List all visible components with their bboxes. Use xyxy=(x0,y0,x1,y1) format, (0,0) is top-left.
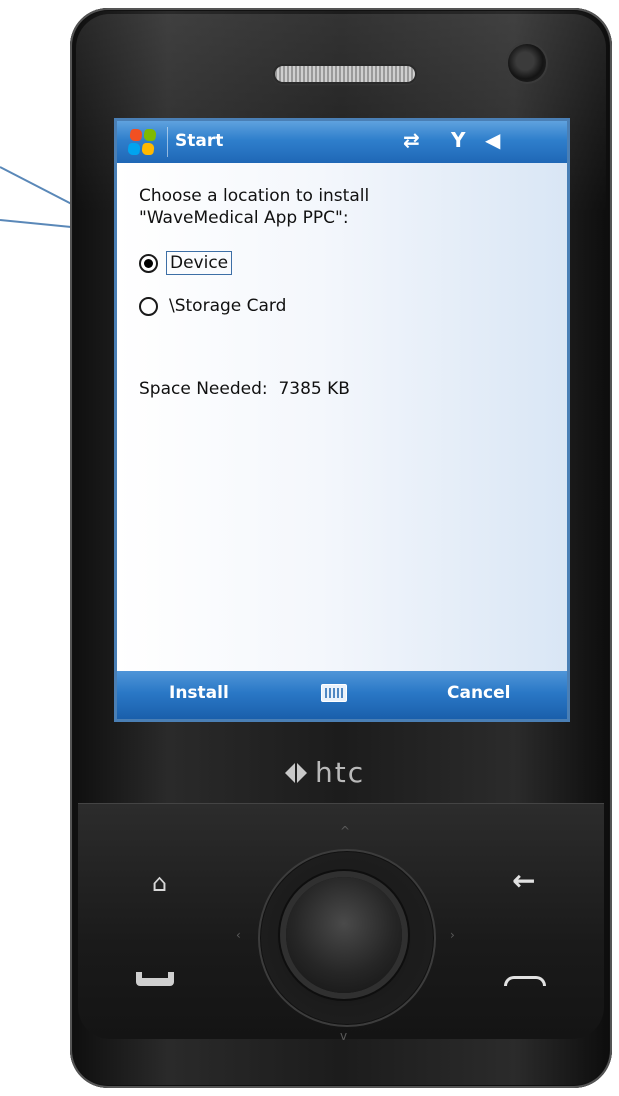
option-storage-card[interactable]: \Storage Card xyxy=(139,295,289,317)
space-needed-label: Space Needed: xyxy=(139,379,268,399)
title-separator xyxy=(167,127,168,157)
windows-start-icon[interactable] xyxy=(127,129,157,155)
install-prompt: Choose a location to install "WaveMedica… xyxy=(139,185,369,229)
option-storage-card-label[interactable]: \Storage Card xyxy=(166,295,289,317)
install-dialog: Choose a location to install "WaveMedica… xyxy=(117,163,567,671)
nav-left-icon: ‹ xyxy=(236,928,241,942)
option-device[interactable]: Device xyxy=(139,251,233,275)
nav-down-icon: v xyxy=(340,1029,348,1043)
device-screen: Start ⇄ Y ◀ Choose a location to install… xyxy=(114,118,570,722)
hardware-keypad: ⌂ ← ^ v ‹ › xyxy=(78,803,604,1043)
htc-mark-icon xyxy=(285,761,309,785)
back-key-icon[interactable]: ← xyxy=(512,864,535,897)
space-needed-value: 7385 KB xyxy=(278,379,350,399)
signal-icon[interactable]: Y xyxy=(451,128,465,152)
space-needed: Space Needed: 7385 KB xyxy=(139,379,350,399)
call-key-icon[interactable] xyxy=(136,972,174,986)
nav-up-icon: ^ xyxy=(340,824,351,838)
radio-device[interactable] xyxy=(139,253,158,273)
option-device-label[interactable]: Device xyxy=(166,251,233,275)
earpiece-speaker xyxy=(275,66,415,82)
title-start[interactable]: Start xyxy=(175,131,223,151)
softkey-bar: Install Cancel xyxy=(117,671,567,719)
navigation-center-button[interactable] xyxy=(286,877,402,993)
cancel-button[interactable]: Cancel xyxy=(447,683,510,703)
front-camera xyxy=(508,44,546,82)
prompt-line-2: "WaveMedical App PPC": xyxy=(139,208,349,228)
connectivity-icon[interactable]: ⇄ xyxy=(403,128,420,152)
keyboard-icon[interactable] xyxy=(321,684,347,702)
end-call-key-icon[interactable] xyxy=(504,976,546,986)
title-bar: Start ⇄ Y ◀ xyxy=(117,121,567,163)
nav-right-icon: › xyxy=(450,928,455,942)
install-button[interactable]: Install xyxy=(169,683,229,703)
htc-logo: htc xyxy=(285,756,365,789)
prompt-line-1: Choose a location to install xyxy=(139,186,370,206)
radio-storage-card[interactable] xyxy=(139,296,158,316)
brand-label: htc xyxy=(315,756,366,789)
home-key-icon[interactable]: ⌂ xyxy=(152,869,167,897)
speaker-icon[interactable]: ◀ xyxy=(485,128,500,152)
